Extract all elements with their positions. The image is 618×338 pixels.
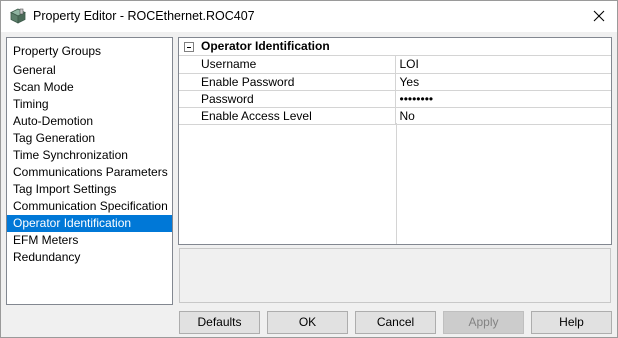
property-name: Password xyxy=(179,90,396,108)
defaults-button[interactable]: Defaults xyxy=(179,311,260,334)
property-value-username[interactable]: LOI xyxy=(395,56,611,74)
property-name: Username xyxy=(179,56,396,74)
property-row-enable-access-level[interactable]: Enable Access Level No xyxy=(179,107,611,125)
ok-button[interactable]: OK xyxy=(267,311,348,334)
group-item-general[interactable]: General xyxy=(7,62,172,79)
group-item-redundancy[interactable]: Redundancy xyxy=(7,249,172,266)
group-item-communication-specification[interactable]: Communication Specification xyxy=(7,198,172,215)
property-row-username[interactable]: Username LOI xyxy=(179,56,611,74)
column-divider xyxy=(396,123,397,244)
property-grid: Operator Identification Username LOI Ena… xyxy=(178,37,612,245)
window-title: Property Editor - ROCEthernet.ROC407 xyxy=(33,9,255,23)
property-row-password[interactable]: Password •••••••• xyxy=(179,90,611,108)
group-item-tag-import-settings[interactable]: Tag Import Settings xyxy=(7,181,172,198)
cancel-button[interactable]: Cancel xyxy=(355,311,436,334)
property-value-enable-access-level[interactable]: No xyxy=(395,107,611,125)
property-editor-window: Property Editor - ROCEthernet.ROC407 Pro… xyxy=(0,0,618,338)
property-editor-icon xyxy=(10,8,26,24)
property-name: Enable Access Level xyxy=(179,107,396,125)
property-table: Username LOI Enable Password Yes Passwor… xyxy=(179,56,611,125)
property-value-enable-password[interactable]: Yes xyxy=(395,73,611,91)
group-item-communications-parameters[interactable]: Communications Parameters xyxy=(7,164,172,181)
close-icon xyxy=(593,10,605,22)
property-groups-panel[interactable]: Property Groups General Scan Mode Timing… xyxy=(6,37,173,305)
property-name: Enable Password xyxy=(179,73,396,91)
group-item-timing[interactable]: Timing xyxy=(7,96,172,113)
property-groups-header: Property Groups xyxy=(13,44,102,58)
group-item-operator-identification[interactable]: Operator Identification xyxy=(7,215,172,232)
property-row-enable-password[interactable]: Enable Password Yes xyxy=(179,73,611,91)
property-groups-list: General Scan Mode Timing Auto-Demotion T… xyxy=(7,62,172,266)
help-button[interactable]: Help xyxy=(531,311,612,334)
section-title: Operator Identification xyxy=(201,39,330,53)
title-bar[interactable]: Property Editor - ROCEthernet.ROC407 xyxy=(1,1,617,32)
apply-button[interactable]: Apply xyxy=(443,311,524,334)
group-item-auto-demotion[interactable]: Auto-Demotion xyxy=(7,113,172,130)
group-item-scan-mode[interactable]: Scan Mode xyxy=(7,79,172,96)
group-item-tag-generation[interactable]: Tag Generation xyxy=(7,130,172,147)
group-item-time-synchronization[interactable]: Time Synchronization xyxy=(7,147,172,164)
collapse-minus-icon[interactable] xyxy=(184,42,194,52)
section-header-operator-identification[interactable]: Operator Identification xyxy=(179,38,611,56)
group-item-efm-meters[interactable]: EFM Meters xyxy=(7,232,172,249)
close-button[interactable] xyxy=(586,4,612,28)
property-value-password[interactable]: •••••••• xyxy=(395,90,611,108)
description-panel xyxy=(179,248,611,303)
